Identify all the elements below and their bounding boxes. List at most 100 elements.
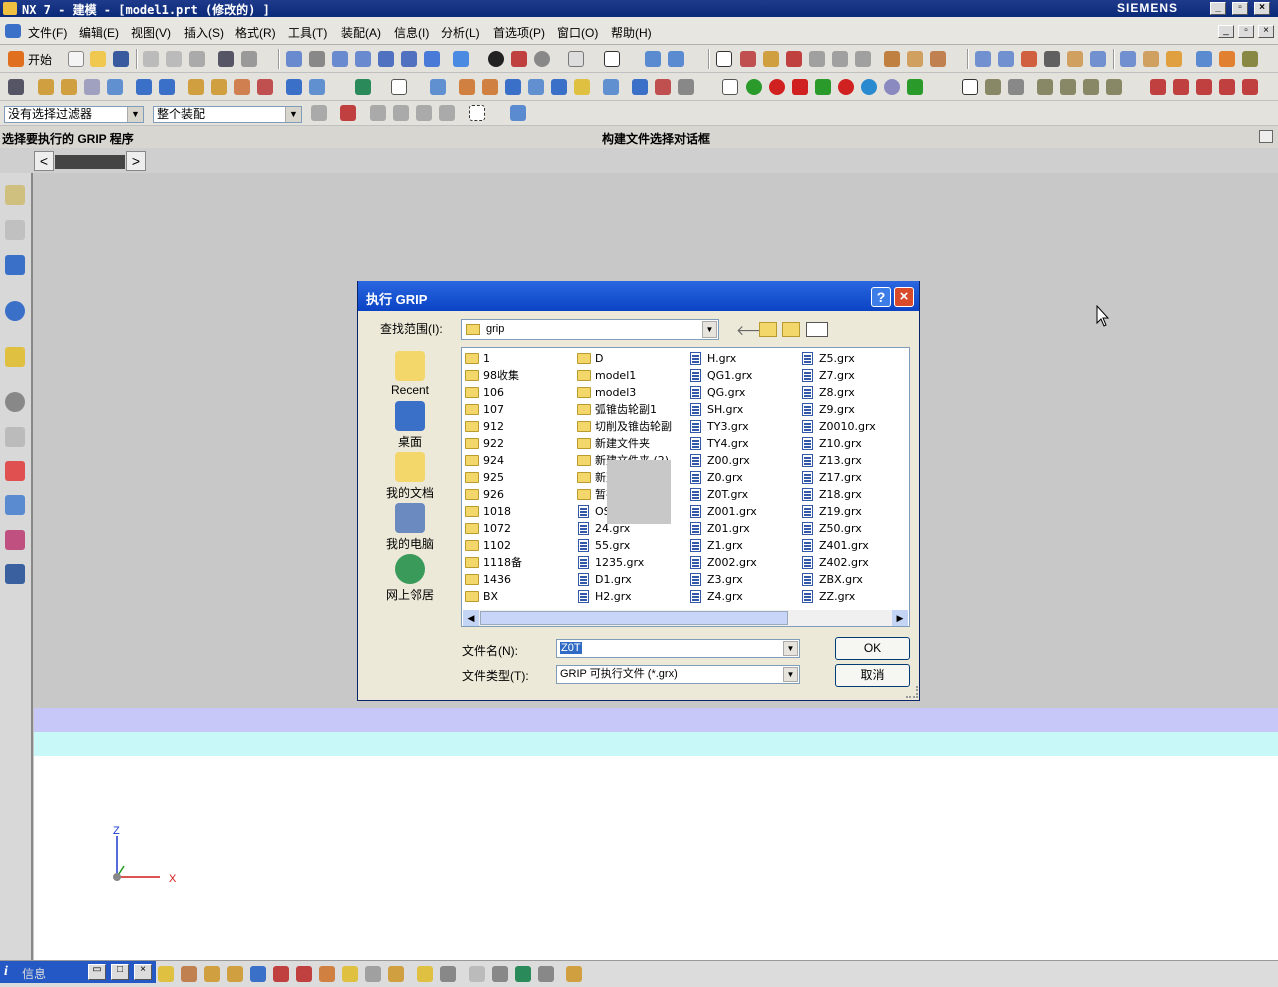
view-cube-icon[interactable]: [453, 51, 469, 67]
start-button[interactable]: 开始: [28, 51, 52, 68]
folder-item[interactable]: 1072: [463, 520, 575, 537]
folder-item[interactable]: 924: [463, 452, 575, 469]
extrude-icon[interactable]: [38, 79, 54, 95]
folder-item[interactable]: model1: [575, 367, 687, 384]
file-item[interactable]: Z1.grx: [687, 537, 799, 554]
file-item[interactable]: QG.grx: [687, 384, 799, 401]
file-item[interactable]: Z13.grx: [799, 452, 911, 469]
graphics-lower-area[interactable]: [34, 756, 1278, 960]
file-item[interactable]: Z19.grx: [799, 503, 911, 520]
folder-item[interactable]: 925: [463, 469, 575, 486]
file-item[interactable]: Z0T.grx: [687, 486, 799, 503]
file-item[interactable]: Z01.grx: [687, 520, 799, 537]
file-item[interactable]: Z50.grx: [799, 520, 911, 537]
restore-icon[interactable]: ▫: [1232, 2, 1248, 15]
mirror-icon[interactable]: [574, 79, 590, 95]
tool-b-icon[interactable]: [1143, 51, 1159, 67]
bt-tool17-icon[interactable]: [538, 966, 554, 982]
folder-item[interactable]: 926: [463, 486, 575, 503]
paste-icon[interactable]: [189, 51, 205, 67]
color-box-icon[interactable]: [604, 51, 620, 67]
file-item[interactable]: Z001.grx: [687, 503, 799, 520]
file-item[interactable]: Z3.grx: [687, 571, 799, 588]
gear-icon[interactable]: [884, 79, 900, 95]
circle-blue-icon[interactable]: [861, 79, 877, 95]
constraint-navigator-icon[interactable]: [5, 220, 25, 240]
redo-icon[interactable]: [241, 51, 257, 67]
menu-help[interactable]: 帮助(H): [611, 24, 652, 41]
file-item[interactable]: SH.grx: [687, 401, 799, 418]
info-maximize-icon[interactable]: □: [111, 964, 129, 980]
bt-tool8-icon[interactable]: [319, 966, 335, 982]
measure-icon[interactable]: [884, 51, 900, 67]
pan-icon[interactable]: [355, 51, 371, 67]
intersect-icon[interactable]: [482, 79, 498, 95]
scroll-left-icon[interactable]: <: [34, 151, 54, 171]
circle-red-icon[interactable]: [769, 79, 785, 95]
edit-curve3-icon[interactable]: [1083, 79, 1099, 95]
status-icon[interactable]: [1259, 130, 1273, 143]
snap-point-icon[interactable]: [716, 51, 732, 67]
doc-minimize-icon[interactable]: _: [1218, 25, 1234, 38]
zoom-window-icon[interactable]: [332, 51, 348, 67]
fit-view-icon[interactable]: [286, 51, 302, 67]
folder-item[interactable]: 1018: [463, 503, 575, 520]
close-icon[interactable]: ×: [1254, 2, 1270, 15]
file-item[interactable]: Z0010.grx: [799, 418, 911, 435]
sketch-icon[interactable]: [8, 79, 24, 95]
bt-tool11-icon[interactable]: [388, 966, 404, 982]
bt-tool9-icon[interactable]: [342, 966, 358, 982]
part-navigator-icon[interactable]: [5, 255, 25, 275]
subtract-icon[interactable]: [459, 79, 475, 95]
surface-icon[interactable]: [975, 51, 991, 67]
folder-item[interactable]: 1102: [463, 537, 575, 554]
bt-tool6-icon[interactable]: [273, 966, 289, 982]
tube-icon[interactable]: [107, 79, 123, 95]
chevron-down-icon[interactable]: ▼: [783, 667, 798, 682]
cancel-button[interactable]: 取消: [835, 664, 910, 687]
folder-item[interactable]: 1: [463, 350, 575, 367]
curve-icon[interactable]: [722, 79, 738, 95]
doc-close-icon[interactable]: ×: [1258, 25, 1274, 38]
file-item[interactable]: H.grx: [687, 350, 799, 367]
web-browser-icon[interactable]: [5, 301, 25, 321]
folder-item[interactable]: 98收集: [463, 367, 575, 384]
sphere-icon[interactable]: [534, 51, 550, 67]
file-item[interactable]: D1.grx: [575, 571, 687, 588]
split-icon[interactable]: [655, 79, 671, 95]
folder-item[interactable]: 切削及锥齿轮副: [575, 418, 687, 435]
minimize-icon[interactable]: _: [1210, 2, 1226, 15]
look-in-select[interactable]: grip ▼: [461, 319, 719, 340]
folder-item[interactable]: 1118备: [463, 554, 575, 571]
center-point-icon[interactable]: [832, 51, 848, 67]
pattern-icon[interactable]: [603, 79, 619, 95]
file-item[interactable]: H2.grx: [575, 588, 687, 605]
copy-icon[interactable]: [166, 51, 182, 67]
edit-curve4-icon[interactable]: [1106, 79, 1122, 95]
file-item[interactable]: Z18.grx: [799, 486, 911, 503]
menu-tools[interactable]: 工具(T): [288, 24, 327, 41]
shaded-icon[interactable]: [488, 51, 504, 67]
selection-scope-select[interactable]: 整个装配 ▼: [153, 106, 302, 123]
file-item[interactable]: Z17.grx: [799, 469, 911, 486]
tool-d-icon[interactable]: [1196, 51, 1212, 67]
wave-icon[interactable]: [1008, 79, 1024, 95]
file-item[interactable]: Z402.grx: [799, 554, 911, 571]
zoom-icon[interactable]: [309, 51, 325, 67]
folder-item[interactable]: 新建文件夹: [575, 435, 687, 452]
filename-input[interactable]: Z0T ▼: [556, 639, 800, 658]
scale-curve-icon[interactable]: [1242, 79, 1258, 95]
bt-tool5-icon[interactable]: [250, 966, 266, 982]
place-my-documents[interactable]: 我的文档: [376, 452, 444, 501]
file-item[interactable]: Z00.grx: [687, 452, 799, 469]
roles-icon[interactable]: [5, 530, 25, 550]
start-icon[interactable]: [8, 51, 24, 67]
doc-restore-icon[interactable]: ▫: [1238, 25, 1254, 38]
tab-thumb[interactable]: [55, 155, 125, 169]
circle-green-icon[interactable]: [746, 79, 762, 95]
bt-tool16-icon[interactable]: [515, 966, 531, 982]
intersection-icon[interactable]: [809, 51, 825, 67]
rect-select-icon[interactable]: [469, 105, 485, 121]
file-item[interactable]: Z5.grx: [799, 350, 911, 367]
assembly-nav-icon[interactable]: [645, 51, 661, 67]
